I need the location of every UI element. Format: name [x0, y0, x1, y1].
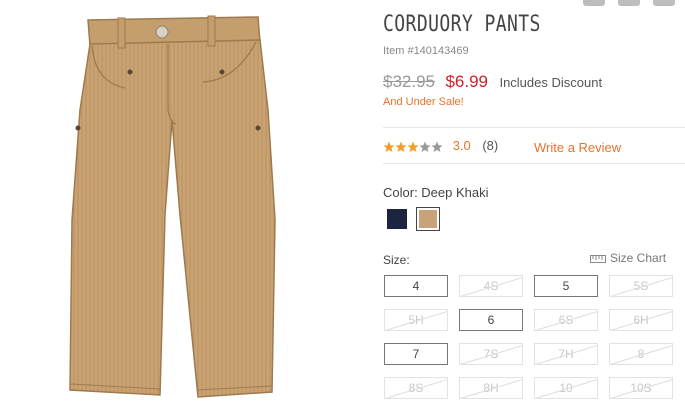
product-title: CORDUORY PANTS	[383, 12, 541, 37]
divider	[383, 163, 685, 164]
sale-note: And Under Sale!	[383, 96, 464, 108]
star-filled-icon	[395, 141, 407, 152]
size-option-7h: 7H	[534, 343, 598, 365]
color-swatch-deep-khaki[interactable]	[416, 207, 440, 231]
price-row: $32.95 $6.99 Includes Discount	[383, 72, 602, 92]
size-option-8s: 8S	[384, 377, 448, 399]
product-image	[0, 0, 330, 415]
includes-discount-note: Includes Discount	[499, 75, 603, 90]
top-share-icons	[575, 0, 685, 8]
star-filled-icon	[383, 141, 395, 152]
size-option-7[interactable]: 7	[384, 343, 448, 365]
divider	[383, 127, 685, 128]
size-option-5[interactable]: 5	[534, 275, 598, 297]
item-number: Item #140143469	[383, 45, 469, 57]
size-option-8h: 8H	[459, 377, 523, 399]
size-chart-label: Size Chart	[610, 251, 667, 265]
star-empty-icon	[431, 141, 443, 152]
write-review-link[interactable]: Write a Review	[534, 140, 621, 155]
size-option-6s: 6S	[534, 309, 598, 331]
size-chart-link[interactable]: Size Chart	[590, 251, 666, 265]
size-option-6h: 6H	[609, 309, 673, 331]
rating-value: 3.0	[452, 138, 471, 154]
size-option-7s: 7S	[459, 343, 523, 365]
size-label: Size:	[383, 253, 410, 267]
color-swatch-navy[interactable]	[384, 206, 410, 232]
size-option-8: 8	[609, 343, 673, 365]
email-icon[interactable]	[618, 0, 640, 6]
size-option-10: 10	[534, 377, 598, 399]
review-count[interactable]: (8)	[482, 138, 498, 153]
size-option-6[interactable]: 6	[459, 309, 523, 331]
print-icon[interactable]	[653, 0, 675, 6]
star-rating	[383, 138, 443, 153]
color-label: Color: Deep Khaki	[383, 185, 489, 200]
star-filled-icon	[407, 141, 419, 152]
sale-price: $6.99	[445, 72, 488, 91]
original-price: $32.95	[383, 72, 435, 91]
share-icon[interactable]	[583, 0, 605, 6]
star-empty-icon	[419, 141, 431, 152]
rating-row: 3.0 (8)	[383, 137, 498, 157]
size-option-4[interactable]: 4	[384, 275, 448, 297]
size-option-4s: 4S	[459, 275, 523, 297]
size-option-5h: 5H	[384, 309, 448, 331]
size-option-5s: 5S	[609, 275, 673, 297]
ruler-icon	[590, 254, 606, 263]
size-option-10s: 10S	[609, 377, 673, 399]
